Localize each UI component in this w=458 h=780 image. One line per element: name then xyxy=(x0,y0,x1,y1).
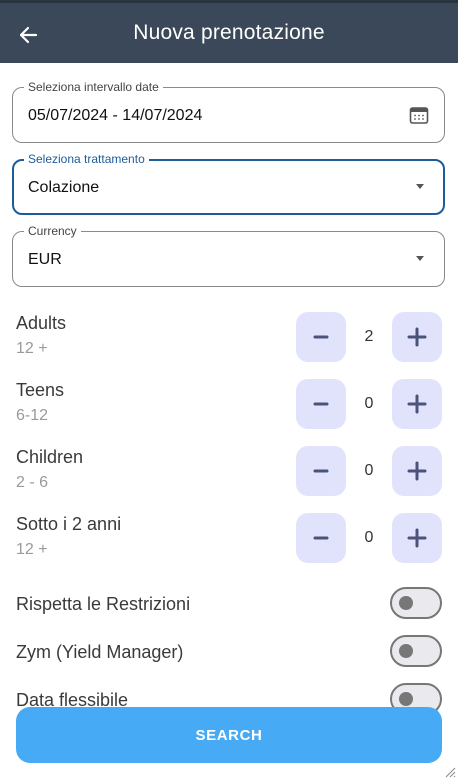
guest-row-children: Children 2 - 6 0 xyxy=(0,446,458,506)
guest-type-label: Adults xyxy=(16,313,67,333)
decrement-infants-button[interactable] xyxy=(296,513,346,563)
toggle-knob xyxy=(399,596,413,610)
treatment-value: Colazione xyxy=(28,179,100,196)
guest-age-range: 12 + xyxy=(16,541,48,558)
dropdown-arrow-icon xyxy=(416,184,424,189)
treatment-select[interactable]: Seleziona trattamento Colazione xyxy=(12,152,445,215)
guest-age-range: 6-12 xyxy=(16,407,49,424)
children-count: 0 xyxy=(364,462,374,479)
app-bar: Nuova prenotazione xyxy=(0,0,458,63)
date-range-field[interactable]: Seleziona intervallo date 05/07/2024 - 1… xyxy=(12,80,445,143)
guest-type-label: Children xyxy=(16,447,84,467)
increment-teens-button[interactable] xyxy=(392,379,442,429)
currency-value: EUR xyxy=(28,251,62,268)
date-range-value: 05/07/2024 - 14/07/2024 xyxy=(28,107,203,124)
treatment-label: Seleziona trattamento xyxy=(24,152,149,166)
guest-age-range: 2 - 6 xyxy=(16,474,49,491)
guest-age-range: 12 + xyxy=(16,340,48,357)
plus-icon xyxy=(407,528,427,548)
minus-icon xyxy=(313,536,329,540)
dropdown-arrow-icon xyxy=(416,256,424,261)
minus-icon xyxy=(313,469,329,473)
toggle-knob xyxy=(399,692,413,706)
teens-count: 0 xyxy=(364,395,374,412)
infants-count: 0 xyxy=(364,529,374,546)
search-button[interactable]: SEARCH xyxy=(16,707,442,763)
currency-label: Currency xyxy=(24,224,81,238)
page-title: Nuova prenotazione xyxy=(133,21,325,44)
decrement-adults-button[interactable] xyxy=(296,312,346,362)
toggle-knob xyxy=(399,644,413,658)
increment-infants-button[interactable] xyxy=(392,513,442,563)
toggle-row-restrictions: Rispetta le Restrizioni xyxy=(0,587,458,623)
calendar-icon[interactable] xyxy=(408,104,430,126)
plus-icon xyxy=(407,394,427,414)
guest-row-adults: Adults 12 + 2 xyxy=(0,312,458,372)
minus-icon xyxy=(313,402,329,406)
restrictions-toggle[interactable] xyxy=(390,587,442,619)
minus-icon xyxy=(313,335,329,339)
adults-count: 2 xyxy=(364,328,374,345)
toggle-label: Zym (Yield Manager) xyxy=(16,642,184,662)
guest-row-infants: Sotto i 2 anni 12 + 0 xyxy=(0,513,458,573)
guest-row-teens: Teens 6-12 0 xyxy=(0,379,458,439)
currency-select[interactable]: Currency EUR xyxy=(12,224,445,287)
guest-type-label: Sotto i 2 anni xyxy=(16,514,122,534)
plus-icon xyxy=(407,327,427,347)
toggle-row-yield-manager: Zym (Yield Manager) xyxy=(0,635,458,671)
resize-grip-icon[interactable] xyxy=(444,766,456,778)
guest-type-label: Teens xyxy=(16,380,65,400)
decrement-children-button[interactable] xyxy=(296,446,346,496)
yield-manager-toggle[interactable] xyxy=(390,635,442,667)
date-range-label: Seleziona intervallo date xyxy=(24,80,163,94)
toggle-label: Rispetta le Restrizioni xyxy=(16,594,191,614)
decrement-teens-button[interactable] xyxy=(296,379,346,429)
plus-icon xyxy=(407,461,427,481)
increment-children-button[interactable] xyxy=(392,446,442,496)
increment-adults-button[interactable] xyxy=(392,312,442,362)
